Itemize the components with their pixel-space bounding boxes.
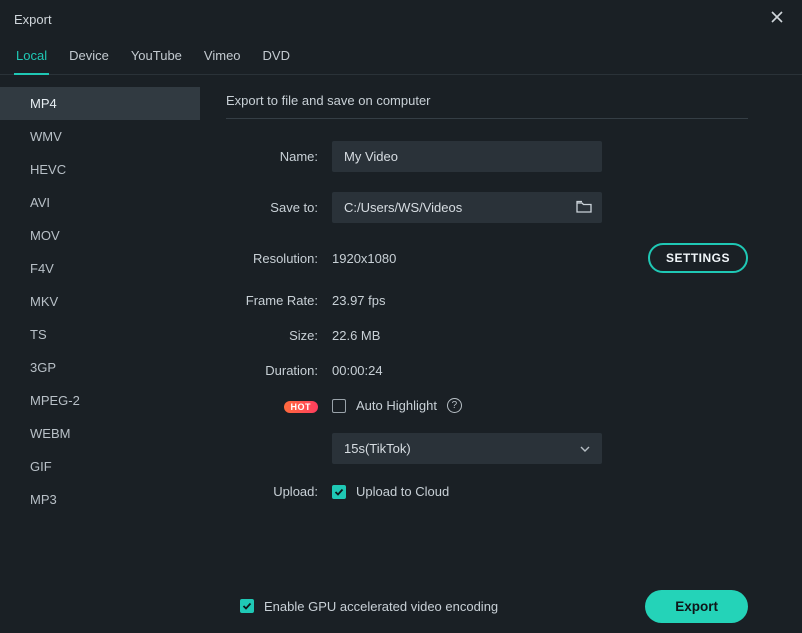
hot-badge: HOT (284, 401, 319, 413)
format-ts[interactable]: TS (0, 318, 200, 351)
save-to-input[interactable] (332, 192, 602, 223)
value-size: 22.6 MB (332, 328, 380, 343)
tab-local[interactable]: Local (14, 42, 49, 75)
format-3gp[interactable]: 3GP (0, 351, 200, 384)
label-name: Name: (226, 149, 332, 164)
folder-icon[interactable] (576, 200, 592, 216)
name-input[interactable] (332, 141, 602, 172)
format-mp4[interactable]: MP4 (0, 87, 200, 120)
tabs: Local Device YouTube Vimeo DVD (0, 36, 802, 75)
format-mov[interactable]: MOV (0, 219, 200, 252)
export-button[interactable]: Export (645, 590, 748, 623)
highlight-preset-value: 15s(TikTok) (344, 441, 411, 456)
tab-youtube[interactable]: YouTube (129, 42, 184, 74)
label-duration: Duration: (226, 363, 332, 378)
upload-cloud-checkbox[interactable] (332, 485, 346, 499)
label-size: Size: (226, 328, 332, 343)
label-upload: Upload: (226, 484, 332, 499)
format-webm[interactable]: WEBM (0, 417, 200, 450)
label-save-to: Save to: (226, 200, 332, 215)
gpu-label: Enable GPU accelerated video encoding (264, 599, 498, 614)
format-avi[interactable]: AVI (0, 186, 200, 219)
auto-highlight-checkbox[interactable] (332, 399, 346, 413)
format-mkv[interactable]: MKV (0, 285, 200, 318)
format-wmv[interactable]: WMV (0, 120, 200, 153)
label-frame-rate: Frame Rate: (226, 293, 332, 308)
main-panel: Export to file and save on computer Name… (200, 75, 802, 584)
format-mp3[interactable]: MP3 (0, 483, 200, 516)
tab-device[interactable]: Device (67, 42, 111, 74)
format-mpeg2[interactable]: MPEG-2 (0, 384, 200, 417)
upload-cloud-label: Upload to Cloud (356, 484, 449, 499)
settings-button[interactable]: SETTINGS (648, 243, 748, 273)
close-icon[interactable] (766, 8, 788, 30)
auto-highlight-label: Auto Highlight (356, 398, 437, 413)
window-title: Export (14, 12, 52, 27)
value-resolution: 1920x1080 (332, 251, 396, 266)
gpu-checkbox[interactable] (240, 599, 254, 613)
help-icon[interactable]: ? (447, 398, 462, 413)
format-sidebar: MP4 WMV HEVC AVI MOV F4V MKV TS 3GP MPEG… (0, 75, 200, 584)
format-f4v[interactable]: F4V (0, 252, 200, 285)
label-resolution: Resolution: (226, 251, 332, 266)
footer: Enable GPU accelerated video encoding Ex… (0, 579, 802, 633)
chevron-down-icon (580, 443, 590, 455)
value-duration: 00:00:24 (332, 363, 383, 378)
format-gif[interactable]: GIF (0, 450, 200, 483)
tab-vimeo[interactable]: Vimeo (202, 42, 243, 74)
section-title: Export to file and save on computer (226, 93, 748, 119)
highlight-preset-select[interactable]: 15s(TikTok) (332, 433, 602, 464)
format-hevc[interactable]: HEVC (0, 153, 200, 186)
titlebar: Export (0, 0, 802, 36)
tab-dvd[interactable]: DVD (261, 42, 292, 74)
value-frame-rate: 23.97 fps (332, 293, 386, 308)
